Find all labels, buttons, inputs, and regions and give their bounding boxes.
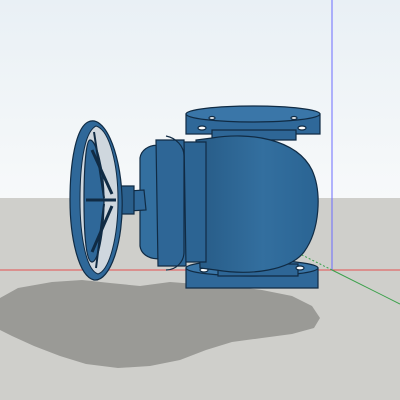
3d-viewport[interactable]: [0, 0, 400, 400]
bolt-hole-icon: [297, 125, 307, 131]
bolt-hole-icon: [208, 115, 216, 121]
valve-model[interactable]: [69, 105, 321, 289]
bolt-hole-icon: [295, 265, 305, 271]
bolt-hole-icon: [197, 125, 207, 131]
scene-canvas[interactable]: [0, 0, 400, 400]
bonnet-flange: [155, 139, 187, 267]
bolt-hole-icon: [290, 115, 298, 121]
valve-body: [195, 135, 319, 273]
